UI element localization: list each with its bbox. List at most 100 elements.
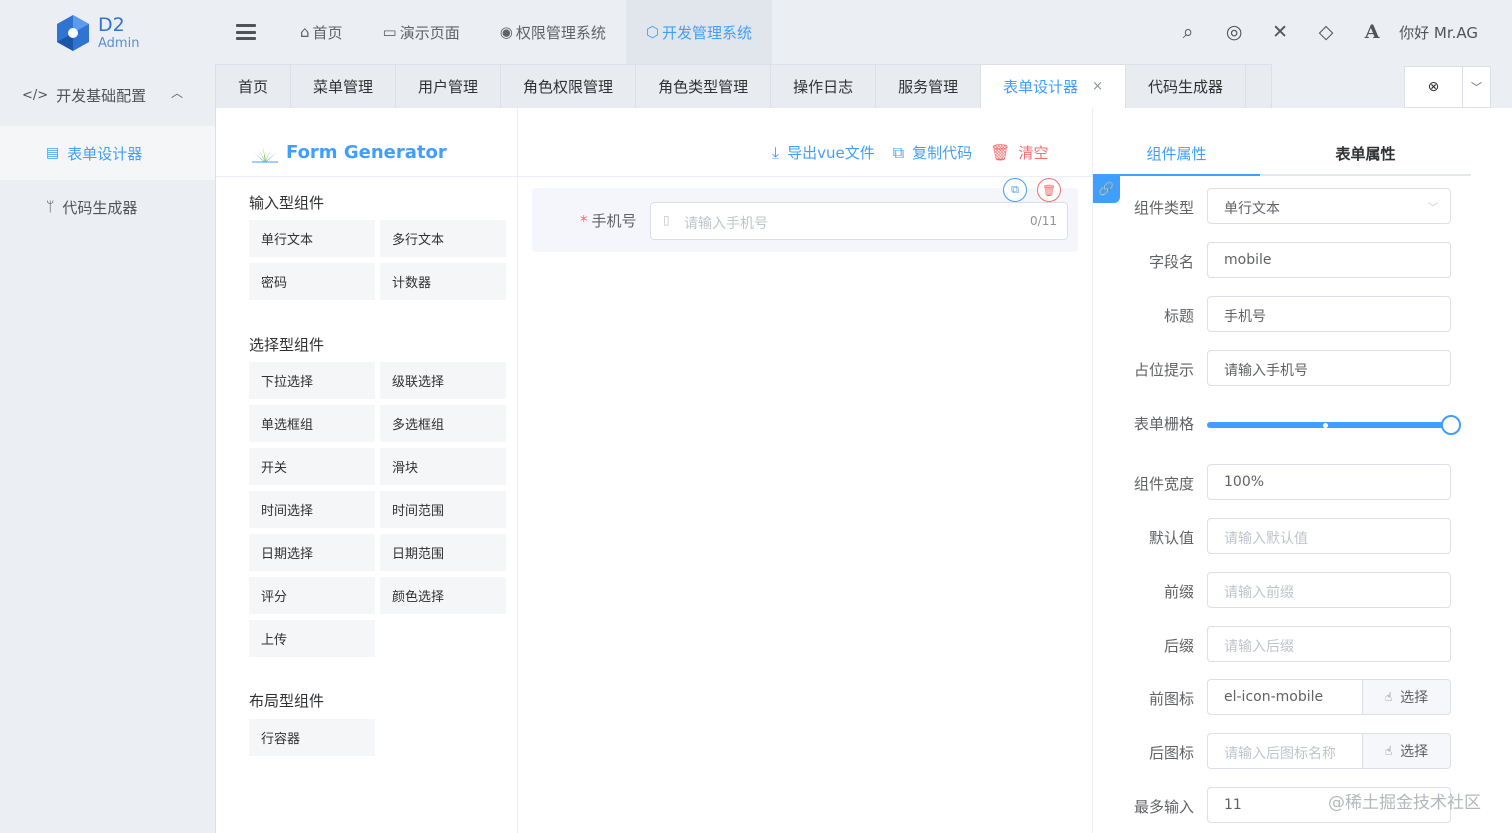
component-item[interactable]: 下拉选择: [249, 362, 375, 399]
tab-form-designer[interactable]: 表单设计器 ×: [981, 65, 1127, 108]
component-item[interactable]: 多选框组: [380, 405, 506, 442]
d2-logo-icon: [57, 15, 89, 51]
menu-toggle-icon[interactable]: [236, 24, 256, 40]
pointer-icon: ☝: [1384, 690, 1393, 704]
topnav-item-demo[interactable]: ▭ 演示页面: [363, 0, 480, 64]
tab-close-icon[interactable]: ×: [1092, 79, 1103, 94]
prop-prefix-icon: 前图标 el-icon-mobile ☝ 选择: [1093, 679, 1512, 715]
chevron-up-icon: ︿: [170, 86, 183, 100]
component-item[interactable]: 滑块: [380, 448, 506, 485]
prop-placeholder: 占位提示 请输入手机号: [1093, 350, 1512, 386]
placeholder-input[interactable]: 请输入手机号: [1207, 350, 1451, 386]
tab-role-permission[interactable]: 角色权限管理: [501, 65, 637, 108]
component-item[interactable]: 日期范围: [380, 534, 506, 571]
component-item[interactable]: 级联选择: [380, 362, 506, 399]
mobile-input[interactable]: ▯ 请输入手机号 0/11: [650, 202, 1068, 240]
tab-user[interactable]: 用户管理: [396, 65, 502, 108]
prop-default: 默认值 请输入默认值: [1093, 518, 1512, 554]
delete-field-icon[interactable]: 🗑: [1037, 178, 1061, 202]
component-item[interactable]: 评分: [249, 577, 375, 614]
properties-panel: 组件属性 表单属性 🔗 组件类型 单行文本 ﹀ 字段名 mobile 标题 手机…: [1092, 108, 1512, 833]
suffix-input[interactable]: 请输入后缀: [1207, 626, 1451, 662]
tab-component-props[interactable]: 组件属性: [1093, 132, 1260, 176]
logo-subtitle: Admin: [98, 36, 140, 51]
form-icon: ▤: [46, 145, 60, 161]
component-item[interactable]: 时间范围: [380, 491, 506, 528]
select-prefix-icon-button[interactable]: ☝ 选择: [1362, 680, 1450, 714]
default-value-input[interactable]: 请输入默认值: [1207, 518, 1451, 554]
chevron-down-icon[interactable]: ﹀: [1463, 67, 1490, 107]
divider: [216, 176, 518, 177]
copy-icon: ⧉: [892, 142, 905, 162]
prop-field-name: 字段名 mobile: [1093, 242, 1512, 278]
diamond-icon[interactable]: ◇: [1303, 21, 1349, 43]
component-item[interactable]: 行容器: [249, 719, 375, 756]
home-icon: ⌂: [300, 23, 310, 41]
prop-component-type: 组件类型 单行文本 ﹀: [1093, 188, 1512, 224]
width-input[interactable]: 100%: [1207, 464, 1451, 500]
pointer-icon: ☝: [1384, 744, 1393, 758]
page-tabs: 首页 菜单管理 用户管理 角色权限管理 角色类型管理 操作日志 服务管理 表单设…: [215, 64, 1272, 108]
copy-code-button[interactable]: ⧉ 复制代码: [893, 142, 972, 163]
topnav-item-permission[interactable]: ◉ 权限管理系统: [480, 0, 626, 64]
logo-title: D2: [98, 14, 125, 36]
main-content: Form Generator 输入型组件 单行文本 多行文本 密码 计数器 选择…: [215, 108, 1512, 833]
slider-handle[interactable]: [1441, 415, 1461, 435]
tab-service[interactable]: 服务管理: [876, 65, 982, 108]
select-suffix-icon-button[interactable]: ☝ 选择: [1362, 734, 1450, 768]
topnav-item-home[interactable]: ⌂ 首页: [280, 0, 363, 64]
tab-form-props[interactable]: 表单属性: [1260, 132, 1471, 174]
tab-operation-log[interactable]: 操作日志: [771, 65, 877, 108]
prefix-icon-input[interactable]: el-icon-mobile ☝ 选择: [1207, 679, 1451, 715]
form-canvas: ⤓ 导出vue文件 ⧉ 复制代码 🗑 清空 * 手机号 ▯ 请输入手机号 0/11: [518, 108, 1092, 833]
title-input[interactable]: 手机号: [1207, 296, 1451, 332]
component-item[interactable]: 单选框组: [249, 405, 375, 442]
prop-suffix: 后缀 请输入后缀: [1093, 626, 1512, 662]
topnav-item-dev[interactable]: ⬡ 开发管理系统: [625, 0, 772, 64]
prefix-input[interactable]: 请输入前缀: [1207, 572, 1451, 608]
component-item[interactable]: 计数器: [380, 263, 506, 300]
prop-title: 标题 手机号: [1093, 296, 1512, 332]
close-all-tabs-icon[interactable]: ⊗: [1405, 67, 1463, 107]
form-field-row[interactable]: * 手机号 ▯ 请输入手机号 0/11: [532, 188, 1078, 252]
component-item[interactable]: 时间选择: [249, 491, 375, 528]
component-type-select[interactable]: 单行文本 ﹀: [1207, 188, 1451, 224]
field-name-input[interactable]: mobile: [1207, 242, 1451, 278]
component-item[interactable]: 密码: [249, 263, 375, 300]
copy-field-icon[interactable]: ⧉: [1003, 178, 1027, 202]
field-label: * 手机号: [580, 212, 637, 230]
fullscreen-icon[interactable]: ✕: [1257, 21, 1303, 43]
tab-code-generator[interactable]: 代码生成器: [1126, 65, 1247, 108]
canvas-actions: ⤓ 导出vue文件 ⧉ 复制代码 🗑 清空: [772, 142, 1048, 163]
generator-title: Form Generator: [250, 142, 447, 163]
component-item[interactable]: 单行文本: [249, 220, 375, 257]
prop-span: 表单栅格: [1093, 404, 1512, 440]
sidebar-item-form-designer[interactable]: ▤ 表单设计器: [0, 126, 215, 180]
component-item[interactable]: 颜色选择: [380, 577, 506, 614]
export-vue-button[interactable]: ⤓ 导出vue文件: [772, 142, 875, 163]
folder-icon: ▭: [382, 23, 397, 41]
tab-role-type[interactable]: 角色类型管理: [636, 65, 772, 108]
search-icon[interactable]: ⌕: [1165, 21, 1211, 43]
font-size-icon[interactable]: A: [1349, 21, 1395, 43]
component-item[interactable]: 多行文本: [380, 220, 506, 257]
sidebar-item-code-generator[interactable]: ᛘ 代码生成器: [0, 180, 215, 234]
component-item[interactable]: 日期选择: [249, 534, 375, 571]
record-icon[interactable]: ◎: [1211, 21, 1257, 43]
select-components-grid: 下拉选择 级联选择 单选框组 多选框组 开关 滑块 时间选择 时间范围 日期选择…: [249, 362, 506, 657]
clear-button[interactable]: 🗑 清空: [990, 142, 1048, 163]
user-greeting[interactable]: 你好 Mr.AG: [1399, 22, 1478, 43]
sidebar-group-dev-config[interactable]: </> 开发基础配置 ︿: [0, 64, 215, 126]
component-item[interactable]: 开关: [249, 448, 375, 485]
slider-fill: [1207, 422, 1451, 428]
tab-home[interactable]: 首页: [216, 65, 292, 108]
hexagon-icon: ⬡: [645, 23, 659, 41]
trash-icon: 🗑: [990, 143, 1011, 162]
suffix-icon-input[interactable]: 请输入后图标名称 ☝ 选择: [1207, 733, 1451, 769]
watermark: @稀土掘金技术社区: [1328, 793, 1481, 813]
tab-menu[interactable]: 菜单管理: [291, 65, 397, 108]
component-item[interactable]: 上传: [249, 620, 375, 657]
span-slider[interactable]: [1207, 415, 1461, 435]
top-header: D2 Admin ⌂ 首页 ▭ 演示页面 ◉ 权限管理系统 ⬡ 开发管理系统 ⌕…: [0, 0, 1512, 64]
app-logo[interactable]: D2 Admin: [52, 12, 139, 54]
